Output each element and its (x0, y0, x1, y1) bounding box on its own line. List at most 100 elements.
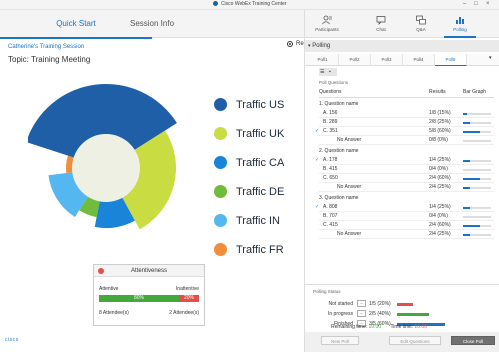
answer-result: 1/8 (15%) (429, 110, 451, 116)
legend-swatch (214, 243, 227, 256)
question-title: 2. Question name (319, 148, 359, 154)
legend-label: Traffic US (236, 98, 285, 111)
poll-tab-4[interactable]: Poll4 (403, 54, 435, 66)
poll-options-icon[interactable]: ☰ (320, 69, 324, 75)
remaining-time-label: Remaining time: (331, 324, 368, 330)
status-more-icon[interactable]: ··· (357, 300, 366, 307)
new-poll-button[interactable]: New Poll (321, 336, 359, 345)
legend-swatch (214, 127, 227, 140)
remaining-time-value: 10:00 (368, 324, 382, 330)
legend-item: Traffic DE (214, 177, 284, 206)
legend-swatch (214, 98, 227, 111)
maximize-icon[interactable]: □ (474, 1, 478, 8)
status-row: In progress ··· 2/5 (40%) (313, 310, 493, 319)
status-bar (397, 303, 413, 306)
answer-bar (463, 140, 491, 142)
legend-label: Traffic DE (236, 185, 285, 198)
answer-bar-fill (463, 160, 470, 162)
main-tabs: Quick Start Session Info (0, 10, 304, 39)
tab-session-info[interactable]: Session Info (76, 10, 228, 38)
tab-qa-label: Q&A (416, 27, 426, 32)
session-name: Catherine's Training Session (8, 44, 85, 50)
poll-questions-label: Poll Questions (319, 80, 349, 85)
tab-participants-label: Participants (315, 27, 339, 32)
session-topic: Topic: Training Meeting (8, 55, 91, 64)
status-more-icon[interactable]: ··· (357, 310, 366, 317)
window-title: Cisco WebEx Training Center (220, 1, 287, 7)
col-questions: Questions (319, 89, 342, 95)
answer-option: C. 351 (323, 128, 338, 134)
answer-result: 2/4 (25%) (429, 231, 451, 237)
answer-row: B. 707 0/4 (0%) (319, 213, 494, 221)
answer-bar-fill (463, 187, 470, 189)
attentive-bar-segment: 80% (99, 295, 179, 302)
col-results: Results (429, 89, 446, 95)
answer-row: No Answer 2/4 (25%) (319, 184, 494, 192)
status-row: Not started ··· 1/5 (20%) (313, 300, 493, 309)
status-name: Not started (328, 301, 353, 307)
minimize-icon[interactable]: – (463, 1, 466, 8)
attentive-label: Attentive (99, 286, 119, 292)
answer-row: B. 289 2/8 (25%) (319, 119, 494, 127)
legend-label: Traffic IN (236, 214, 281, 227)
answer-bar-fill (463, 122, 470, 124)
inattentive-bar-segment: 20% (179, 295, 199, 302)
polling-status-label: Polling Status (313, 289, 341, 294)
answer-bar (463, 131, 491, 133)
answer-bar (463, 187, 491, 189)
answer-bar (463, 169, 491, 171)
answer-bar (463, 178, 491, 180)
tab-participants[interactable]: Participants (311, 12, 343, 38)
answer-bar (463, 207, 491, 209)
poll-tab-2[interactable]: Poll2 (339, 54, 371, 66)
attentiveness-bar: 80% 20% (99, 295, 199, 302)
poll-toolbar: ☰ ▪ (319, 68, 337, 76)
inattentive-count: 2 Attendee(s) (169, 310, 199, 316)
close-poll-button[interactable]: Close Poll (451, 336, 495, 345)
poll-tabs-dropdown-icon[interactable]: ▾ (489, 55, 492, 61)
answer-option: A. 178 (323, 157, 338, 163)
correct-answer-check-icon: ✓ (315, 204, 320, 210)
poll-tab-3[interactable]: Poll3 (371, 54, 403, 66)
tab-polling-label: Polling (453, 27, 467, 32)
title-bar: Cisco WebEx Training Center – □ × (0, 0, 499, 10)
save-poll-icon[interactable]: ▪ (329, 69, 331, 75)
webex-logo-icon (212, 1, 218, 7)
poll-actions: New Poll Edit Questions Close Poll (305, 332, 499, 352)
attentiveness-panel: Attentiveness Attentive Inattentive 80% … (93, 264, 205, 326)
tab-chat[interactable]: Chat (365, 12, 397, 38)
answer-bar (463, 122, 491, 124)
answer-result: 2/8 (25%) (429, 119, 451, 125)
time-limit-label: Time limit: (390, 324, 414, 330)
chart-legend: Traffic US Traffic UK Traffic CA Traffic DE… (214, 90, 284, 264)
legend-swatch (214, 156, 227, 169)
legend-item: Traffic CA (214, 148, 284, 177)
tab-qa[interactable]: Q&A (405, 12, 437, 38)
time-limit-value: 10:00 (414, 324, 427, 330)
answer-option: C. 650 (323, 175, 338, 181)
legend-swatch (214, 214, 227, 227)
edit-questions-button[interactable]: Edit Questions (389, 336, 441, 345)
answer-option: No Answer (337, 137, 362, 143)
legend-item: Traffic IN (214, 206, 284, 235)
answer-row: C. 650 2/4 (60%) (319, 175, 494, 183)
close-icon[interactable]: × (486, 1, 490, 8)
legend-item: Traffic FR (214, 235, 284, 264)
answer-bar-fill (463, 178, 480, 180)
poll-tab-1[interactable]: Poll1 (307, 54, 339, 66)
answer-row: ✓ C. 351 5/8 (60%) (315, 128, 494, 136)
answer-bar (463, 225, 491, 227)
answer-bar (463, 234, 491, 236)
polling-header[interactable]: ▾ Polling (305, 40, 499, 52)
answer-row: No Answer 0/8 (0%) (319, 137, 494, 145)
answer-bar (463, 160, 491, 162)
status-bar (397, 313, 429, 316)
tab-polling[interactable]: Polling (444, 12, 476, 38)
legend-item: Traffic UK (214, 119, 284, 148)
poll-tab-5[interactable]: Poll5 (435, 54, 467, 66)
legend-label: Traffic CA (236, 156, 285, 169)
answer-result: 0/4 (0%) (429, 213, 448, 219)
answer-option: No Answer (337, 184, 362, 190)
status-value: 1/5 (20%) (369, 301, 391, 307)
answer-option: B. 415 (323, 166, 338, 172)
